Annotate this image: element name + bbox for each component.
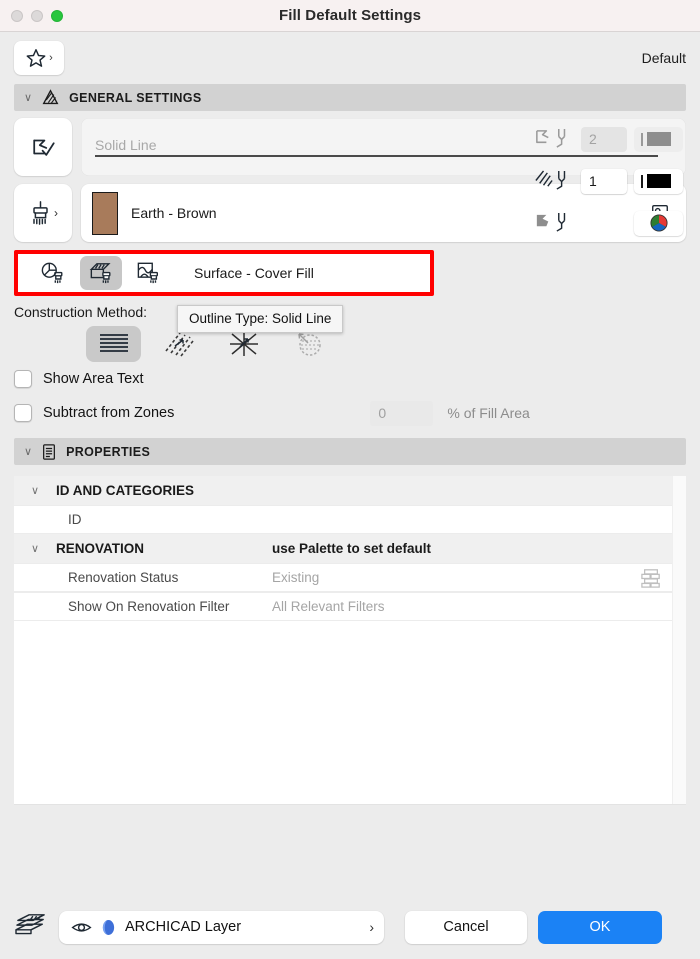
background-pen-row (534, 202, 686, 244)
cancel-button[interactable]: Cancel (405, 910, 527, 944)
properties-title: PROPERTIES (66, 444, 151, 459)
fill-type-chevron-icon: › (54, 206, 58, 220)
chevron-down-icon[interactable]: ∨ (14, 542, 56, 555)
table-row[interactable]: Renovation Status Existing (14, 563, 686, 592)
eye-icon[interactable] (71, 920, 92, 935)
property-name: Show On Renovation Filter (68, 599, 230, 614)
outline-pen-icon (534, 126, 574, 152)
hatch-fill-icon (164, 331, 194, 357)
pen-controls: 2 1 (534, 118, 686, 244)
layer-selector[interactable]: ARCHICAD Layer › (59, 910, 384, 944)
subtract-from-zones-row: Subtract from Zones 0 % of Fill Area (14, 396, 700, 430)
property-name: ID (68, 512, 82, 527)
layer-name: ARCHICAD Layer (125, 919, 242, 935)
brick-wall-icon (640, 568, 662, 588)
window-titlebar: Fill Default Settings (0, 0, 700, 32)
chevron-down-icon[interactable]: ∨ (14, 484, 56, 497)
brush-icon (28, 200, 53, 226)
property-name: RENOVATION (56, 541, 145, 556)
pen-color-chip (647, 174, 671, 188)
favorites-default-label: Default (641, 50, 686, 66)
favorites-chevron-icon: › (49, 52, 53, 64)
general-settings-header[interactable]: ∨ GENERAL SETTINGS (14, 84, 686, 111)
outline-pen-row: 2 (534, 118, 686, 160)
pie-fill-brush-icon (40, 261, 66, 285)
layers-stack-icon[interactable] (14, 912, 48, 942)
properties-table: ∨ ID AND CATEGORIES ID ∨ RENOVATION use … (14, 476, 686, 805)
fill-pen-number[interactable]: 1 (581, 168, 627, 194)
general-settings-title: GENERAL SETTINGS (69, 90, 202, 105)
chevron-down-icon: ∨ (24, 92, 33, 104)
outline-type-button[interactable] (14, 118, 72, 176)
general-settings-body: Solid Line › › Earth - Brown (0, 111, 700, 333)
table-row[interactable]: ∨ ID AND CATEGORIES (14, 476, 686, 505)
pen-bar-icon (641, 132, 643, 146)
chevron-down-icon: ∨ (24, 446, 33, 458)
outline-pen-color-swatch[interactable] (634, 126, 683, 152)
properties-scrollbar[interactable] (672, 476, 686, 804)
fill-hatch-icon (41, 89, 60, 106)
property-name: Renovation Status (68, 570, 179, 585)
background-pen-icon (534, 210, 574, 236)
color-wheel-icon (649, 214, 668, 232)
background-color-swatch[interactable] (634, 210, 683, 236)
property-value: use Palette to set default (272, 541, 432, 556)
surface-cover-fill-icon (88, 261, 115, 285)
subtract-from-zones-label: Subtract from Zones (43, 405, 175, 421)
surface-option-free-shape[interactable] (128, 256, 170, 290)
dialog-footer: ARCHICAD Layer › Cancel OK (0, 895, 700, 959)
favorites-button[interactable]: › (14, 41, 64, 75)
outline-pen-number[interactable]: 2 (581, 126, 627, 152)
property-value[interactable]: Existing (272, 570, 319, 585)
material-name: Earth - Brown (131, 205, 217, 221)
star-icon (25, 47, 47, 69)
table-row[interactable]: ∨ RENOVATION use Palette to set default (14, 534, 686, 563)
subtract-from-zones-checkbox[interactable] (14, 404, 32, 422)
construction-method-solid[interactable] (86, 326, 141, 362)
surface-options-highlight: Surface - Cover Fill (14, 250, 434, 296)
pattern-fill-icon (229, 331, 259, 357)
table-row[interactable]: Show On Renovation Filter All Relevant F… (14, 592, 686, 621)
surface-option-pie-fill[interactable] (32, 256, 74, 290)
construction-method-label: Construction Method: (14, 304, 148, 320)
solid-fill-icon (97, 331, 131, 357)
fill-type-button[interactable]: › (14, 184, 72, 242)
favorites-row: › Default (0, 32, 700, 84)
show-area-text-row: Show Area Text (14, 362, 700, 396)
property-name: ID AND CATEGORIES (56, 483, 195, 498)
show-area-text-checkbox[interactable] (14, 370, 32, 388)
show-area-text-label: Show Area Text (43, 371, 144, 387)
pen-color-chip (647, 132, 671, 146)
surface-label: Surface - Cover Fill (194, 265, 314, 281)
fill-pen-color-swatch[interactable] (634, 168, 683, 194)
ok-button[interactable]: OK (538, 910, 662, 944)
outline-type-icon (30, 134, 57, 160)
tooltip: Outline Type: Solid Line (177, 305, 344, 333)
fill-pen-row: 1 (534, 160, 686, 202)
gradient-fill-icon (294, 331, 324, 357)
window-title: Fill Default Settings (278, 7, 422, 24)
material-swatch (92, 191, 118, 235)
layer-color-icon (101, 919, 116, 936)
surface-option-cover-fill[interactable] (80, 256, 122, 290)
table-row[interactable]: ID (14, 505, 686, 534)
fill-area-unit-label: % of Fill Area (447, 405, 530, 421)
properties-header[interactable]: ∨ PROPERTIES (14, 438, 686, 465)
property-value[interactable]: All Relevant Filters (272, 599, 385, 614)
pen-bar-icon (641, 174, 643, 188)
free-shape-fill-icon (136, 261, 162, 285)
fill-area-percent-input[interactable]: 0 (370, 400, 434, 426)
fill-pen-icon (534, 168, 574, 194)
properties-list-icon (41, 443, 57, 461)
chevron-right-icon: › (369, 919, 374, 935)
